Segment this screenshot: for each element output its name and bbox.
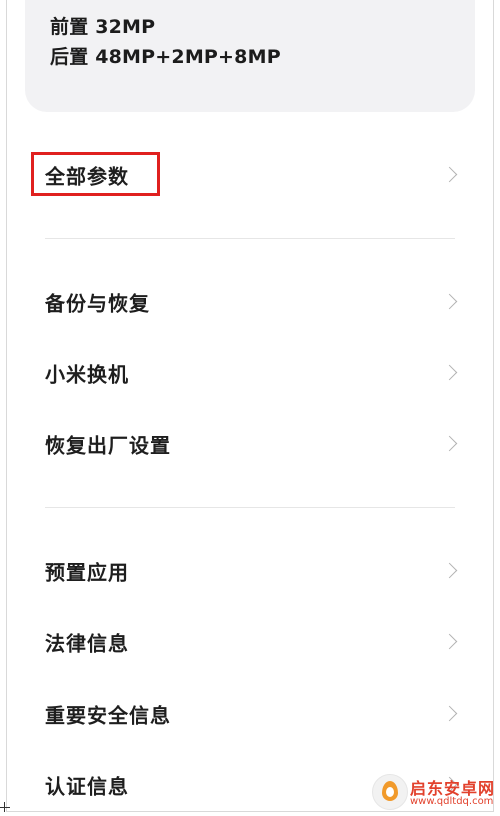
menu-item-factory-reset[interactable]: 恢复出厂设置 (25, 414, 475, 474)
menu-item-preinstalled-apps[interactable]: 预置应用 (25, 541, 475, 601)
menu-item-label: 法律信息 (45, 631, 129, 656)
watermark-url: www.qdltdq.com (410, 796, 494, 807)
watermark-logo-icon (372, 774, 408, 810)
chevron-right-icon (441, 435, 458, 452)
menu-item-mi-mover[interactable]: 小米换机 (25, 343, 475, 403)
chevron-right-icon (441, 166, 458, 183)
crop-mark (0, 802, 10, 812)
menu-item-backup-restore[interactable]: 备份与恢复 (25, 272, 475, 332)
chevron-right-icon (441, 633, 458, 650)
front-camera-spec: 前置 32MP (50, 16, 156, 38)
rear-camera-spec: 后置 48MP+2MP+8MP (50, 46, 281, 68)
chevron-right-icon (441, 705, 458, 722)
highlight-box (31, 152, 160, 196)
divider (45, 238, 455, 239)
divider (45, 507, 455, 508)
menu-item-label: 重要安全信息 (45, 703, 171, 728)
chevron-right-icon (441, 364, 458, 381)
site-watermark: 启东安卓网 www.qdltdq.com (368, 770, 500, 814)
menu-item-label: 预置应用 (45, 560, 129, 585)
chevron-right-icon (441, 562, 458, 579)
menu-item-legal-info[interactable]: 法律信息 (25, 612, 475, 672)
menu-item-label: 备份与恢复 (45, 291, 150, 316)
device-spec-card: 前置 32MP 后置 48MP+2MP+8MP (25, 0, 475, 112)
menu-item-label: 认证信息 (45, 774, 129, 799)
chevron-right-icon (441, 293, 458, 310)
menu-item-label: 恢复出厂设置 (45, 433, 171, 458)
menu-item-safety-info[interactable]: 重要安全信息 (25, 684, 475, 744)
menu-item-label: 小米换机 (45, 362, 129, 387)
